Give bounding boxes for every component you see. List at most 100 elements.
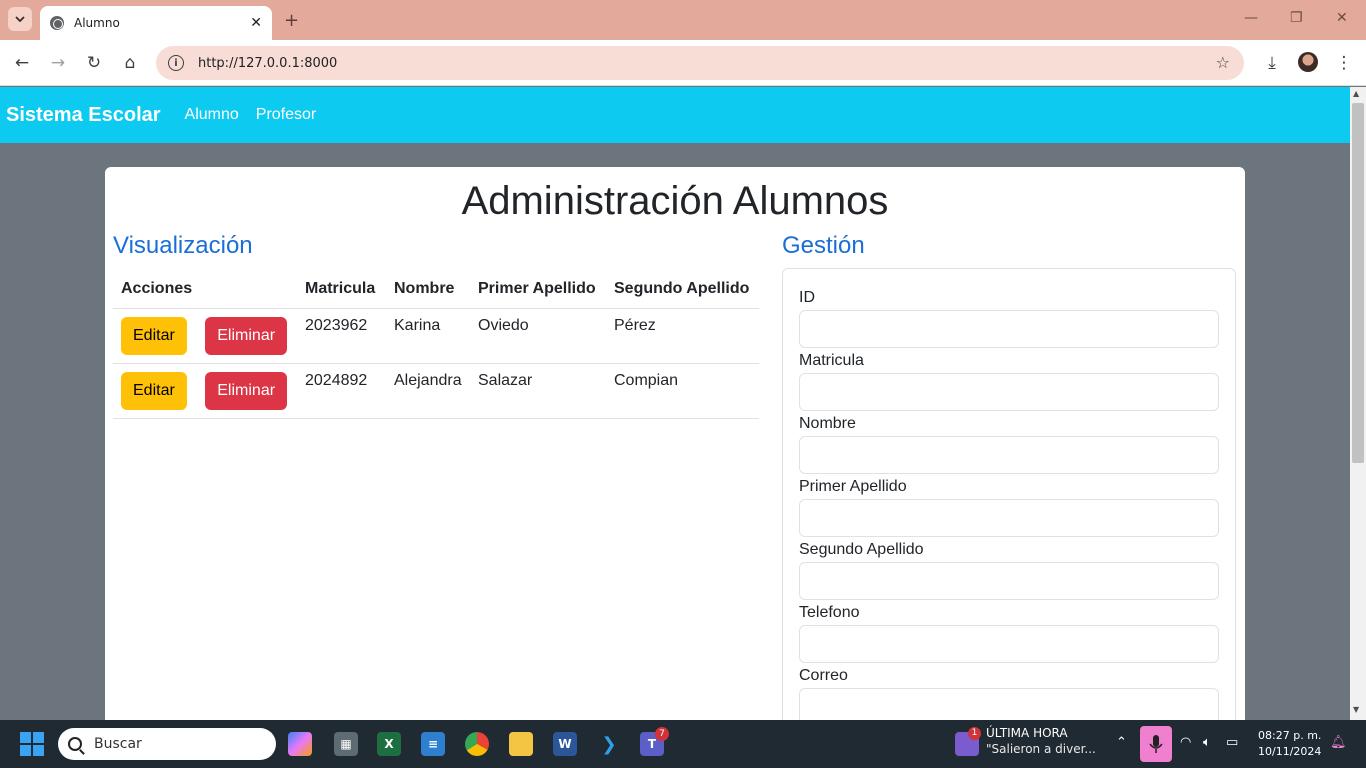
cell-nombre: Karina [386, 308, 470, 364]
segundo-apellido-label: Segundo Apellido [799, 541, 924, 558]
new-tab-icon[interactable]: + [284, 10, 299, 31]
telefono-label: Telefono [799, 604, 860, 621]
delete-button[interactable]: Eliminar [205, 316, 288, 355]
news-widget[interactable]: ÚLTIMA HORA "Salieron a diver... [986, 726, 1096, 756]
site-info-icon[interactable]: i [168, 55, 184, 71]
download-icon[interactable]: ⤓ [1260, 51, 1284, 75]
nombre-input[interactable] [799, 436, 1219, 474]
home-icon[interactable]: ⌂ [118, 51, 142, 75]
correo-label: Correo [799, 667, 848, 684]
file-explorer-icon[interactable] [509, 732, 533, 756]
header-segundo-apellido: Segundo Apellido [606, 270, 759, 309]
edit-button[interactable]: Editar [121, 316, 187, 355]
chevron-down-icon [15, 16, 25, 22]
gestion-heading: Gestión [782, 232, 865, 259]
back-arrow-icon[interactable]: ← [10, 51, 34, 75]
menu-kebab-icon[interactable]: ⋮ [1332, 51, 1356, 75]
taskbar-search-placeholder: Buscar [94, 736, 142, 752]
minimize-icon[interactable]: — [1244, 10, 1258, 26]
nombre-label: Nombre [799, 415, 856, 432]
system-clock[interactable]: 08:27 p. m. 10/11/2024 [1258, 728, 1321, 760]
windows-start-icon[interactable] [20, 732, 44, 756]
page-title: Administración Alumnos [461, 179, 889, 223]
cell-matricula: 2023962 [297, 308, 386, 364]
header-matricula: Matricula [297, 270, 386, 309]
cell-segundo-apellido: Compian [606, 363, 759, 419]
actions-cell: Editar Eliminar [113, 308, 297, 364]
scrollbar-thumb[interactable] [1352, 103, 1364, 463]
nav-link-alumno[interactable]: Alumno [185, 106, 239, 124]
search-icon [68, 737, 82, 751]
news-badge: 1 [968, 727, 981, 740]
clock-time: 08:27 p. m. [1258, 729, 1322, 742]
nav-link-profesor[interactable]: Profesor [256, 106, 316, 124]
chrome-icon[interactable] [465, 732, 489, 756]
header-nombre: Nombre [386, 270, 470, 309]
brand-link[interactable]: Sistema Escolar [6, 104, 161, 127]
form-group-primer-apellido: Primer Apellido [799, 478, 1219, 537]
copilot-icon[interactable] [288, 732, 312, 756]
form-group-nombre: Nombre [799, 415, 1219, 474]
form-group-matricula: Matricula [799, 352, 1219, 411]
table-row: Editar Eliminar 2023962 Karina Oviedo Pé… [113, 308, 759, 364]
app-navbar: Sistema Escolar Alumno Profesor [0, 87, 1350, 143]
id-label: ID [799, 289, 815, 306]
table-row: Editar Eliminar 2024892 Alejandra Salaza… [113, 363, 759, 419]
battery-icon[interactable]: ▭ [1226, 735, 1238, 750]
volume-icon[interactable]: 🔈︎ [1203, 735, 1211, 750]
cell-matricula: 2024892 [297, 363, 386, 419]
reload-icon[interactable]: ↻ [82, 51, 106, 75]
primer-apellido-input[interactable] [799, 499, 1219, 537]
bookmark-star-icon[interactable]: ☆ [1216, 53, 1230, 72]
telefono-input[interactable] [799, 625, 1219, 663]
table-header-row: Acciones Matricula Nombre Primer Apellid… [113, 270, 759, 309]
delete-button[interactable]: Eliminar [205, 371, 288, 410]
actions-cell: Editar Eliminar [113, 363, 297, 419]
forward-arrow-icon[interactable]: → [46, 51, 70, 75]
tab-search-button[interactable] [8, 7, 32, 31]
tab-title: Alumno [74, 16, 120, 30]
address-bar[interactable]: i http://127.0.0.1:8000 ☆ [156, 46, 1244, 80]
cell-primer-apellido: Oviedo [470, 308, 606, 364]
form-group-id: ID [799, 289, 1219, 348]
browser-tab[interactable]: Alumno ✕ [40, 6, 272, 40]
edit-button[interactable]: Editar [121, 371, 187, 410]
form-group-segundo-apellido: Segundo Apellido [799, 541, 1219, 600]
teams-badge: 7 [655, 727, 669, 741]
wifi-icon[interactable]: ◠ [1180, 735, 1191, 750]
clock-date: 10/11/2024 [1258, 745, 1322, 758]
excel-icon[interactable]: X [377, 732, 401, 756]
profile-avatar[interactable] [1298, 52, 1318, 72]
taskbar-search[interactable]: Buscar [58, 728, 276, 760]
calculator-icon[interactable]: ▦ [334, 732, 358, 756]
scroll-up-icon[interactable]: ▲ [1353, 89, 1359, 98]
students-table: Acciones Matricula Nombre Primer Apellid… [113, 270, 759, 419]
form-group-telefono: Telefono [799, 604, 1219, 663]
visualizacion-heading: Visualización [113, 232, 253, 259]
segundo-apellido-input[interactable] [799, 562, 1219, 600]
vscode-icon[interactable]: ❯ [597, 732, 621, 756]
header-acciones: Acciones [113, 270, 297, 309]
primer-apellido-label: Primer Apellido [799, 478, 907, 495]
page-scrollbar[interactable]: ▲ ▼ [1350, 87, 1366, 720]
microphone-icon[interactable] [1140, 726, 1172, 762]
close-window-icon[interactable]: ✕ [1336, 10, 1348, 26]
notepad-icon[interactable]: ≡ [421, 732, 445, 756]
close-tab-icon[interactable]: ✕ [250, 15, 262, 31]
student-form: ID Matricula Nombre Primer Apellido Segu… [782, 268, 1236, 738]
word-icon[interactable]: W [553, 732, 577, 756]
matricula-input[interactable] [799, 373, 1219, 411]
scroll-down-icon[interactable]: ▼ [1353, 705, 1359, 714]
cell-primer-apellido: Salazar [470, 363, 606, 419]
browser-toolbar: ← → ↻ ⌂ i http://127.0.0.1:8000 ☆ ⤓ ⋮ [0, 40, 1366, 86]
news-text: "Salieron a diver... [986, 742, 1096, 756]
url-text: http://127.0.0.1:8000 [198, 55, 338, 71]
notification-bell-icon[interactable]: 🔔︎ [1330, 735, 1347, 750]
browser-tab-bar: Alumno ✕ + — ❐ ✕ [0, 0, 1366, 40]
cell-nombre: Alejandra [386, 363, 470, 419]
id-input[interactable] [799, 310, 1219, 348]
chevron-up-icon[interactable]: ⌃ [1116, 735, 1127, 750]
globe-icon [50, 16, 64, 30]
header-primer-apellido: Primer Apellido [470, 270, 606, 309]
restore-icon[interactable]: ❐ [1290, 10, 1303, 26]
